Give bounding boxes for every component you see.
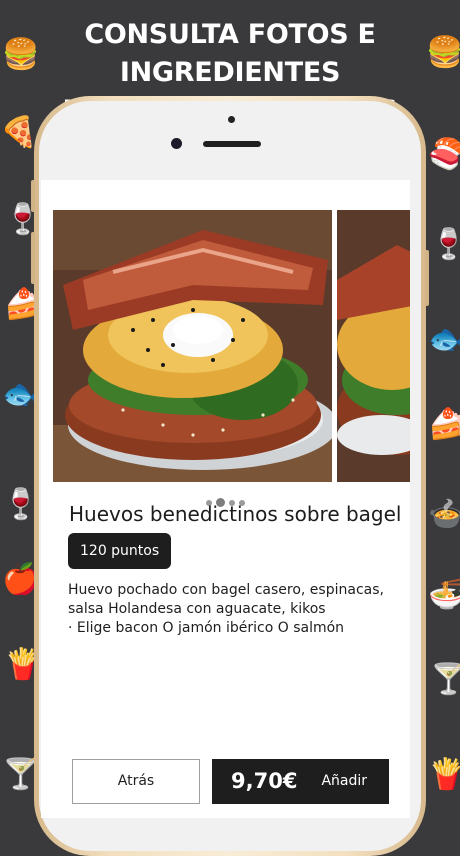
bagel-benedict-photo — [337, 210, 410, 482]
dish-photo[interactable] — [53, 210, 332, 482]
bagel-benedict-photo — [53, 210, 332, 482]
back-button[interactable]: Atrás — [72, 759, 200, 804]
next-dish-photo[interactable] — [337, 210, 410, 482]
soup-icon: 🍜 — [428, 577, 460, 612]
dish-description: Huevo pochado con bagel casero, espinaca… — [68, 581, 408, 638]
fish-icon: 🐟 — [428, 322, 460, 357]
phone-side-button — [31, 232, 35, 284]
sushi-icon: 🍣 — [428, 137, 460, 172]
description-line: Huevo pochado con bagel casero, espinaca… — [68, 582, 384, 598]
earpiece-speaker — [203, 141, 261, 147]
cocktail-icon: 🍸 — [430, 662, 460, 697]
add-to-order-button[interactable]: 9,70€ Añadir — [212, 759, 389, 804]
phone-side-button — [425, 250, 429, 306]
wine-glass-icon: 🍷 — [430, 227, 460, 262]
price-label: 9,70€ — [231, 769, 298, 793]
front-camera — [171, 138, 182, 149]
phone-side-button — [31, 180, 35, 212]
description-line: · Elige bacon O jamón ibérico O salmón — [68, 620, 345, 636]
points-badge: 120 puntos — [68, 533, 172, 569]
app-screen: Huevos benedictinos sobre bagel 120 punt… — [41, 180, 410, 818]
soup-icon: 🍲 — [428, 497, 460, 532]
fries-icon: 🍟 — [428, 757, 460, 792]
carousel-pagination — [41, 492, 410, 507]
add-label: Añadir — [321, 773, 367, 789]
headline-line-1: CONSULTA FOTOS E INGREDIENTES — [84, 19, 376, 88]
description-line: salsa Holandesa con aguacate, kikos — [68, 601, 326, 617]
dish-title: Huevos benedictinos sobre bagel — [69, 502, 402, 526]
cake-icon: 🍰 — [428, 407, 460, 442]
proximity-sensor — [228, 116, 235, 123]
